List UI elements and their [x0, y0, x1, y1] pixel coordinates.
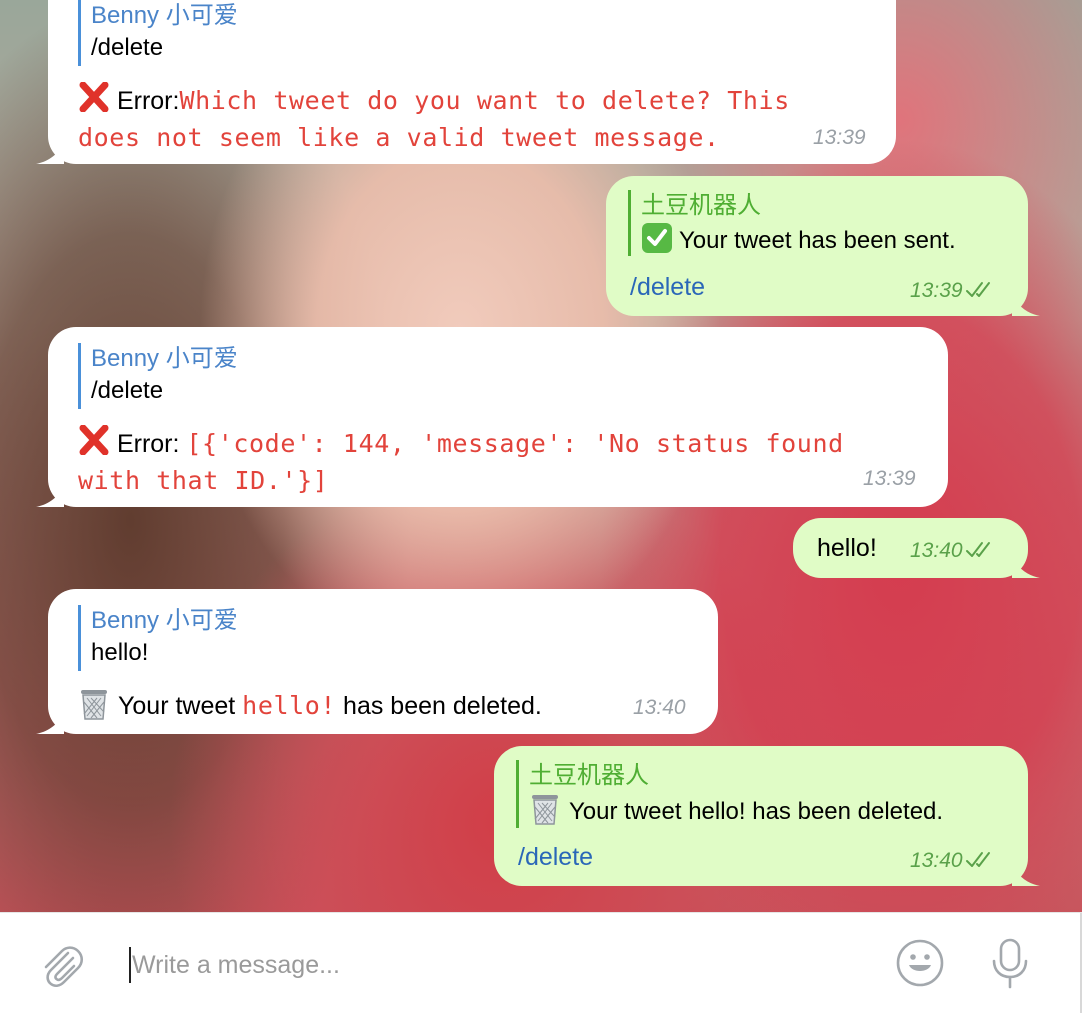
check-mark-icon — [641, 222, 673, 254]
chat-history[interactable]: Benny 小可爱 /delete Error:Which tweet do y… — [0, 0, 1082, 912]
message-bubble-outgoing[interactable]: hello! 13:40 — [793, 518, 1040, 578]
message-time: 13:40 — [910, 539, 995, 566]
reply-quote[interactable]: 土豆机器人 Your tweet hello! has been deleted… — [516, 760, 943, 828]
error-line-1: Which tweet do you want to delete? This — [179, 86, 790, 115]
reply-text: Your tweet hello! has been deleted. — [529, 792, 943, 828]
command-link[interactable]: /delete — [630, 270, 705, 304]
message-bubble-incoming[interactable]: Benny 小可爱 hello! Your tweet hello! has b… — [36, 589, 718, 734]
message-time: 13:39 — [910, 279, 995, 306]
message-text: hello! — [817, 534, 877, 562]
message-text: Your tweet hello! has been deleted. — [78, 687, 542, 723]
reply-text: Your tweet has been sent. — [641, 222, 956, 257]
double-check-icon — [965, 850, 995, 876]
message-bubble-outgoing[interactable]: 土豆机器人 Your tweet hello! has been deleted… — [494, 746, 1040, 886]
message-time: 13:40 — [633, 696, 686, 719]
message-text: Error:Which tweet do you want to delete?… — [78, 81, 878, 155]
bubble-tail — [1012, 556, 1040, 578]
reply-author: 土豆机器人 — [529, 762, 649, 789]
error-line-1: [{'code': 144, 'message': 'No status fou… — [186, 429, 844, 458]
deleted-text-after: has been deleted. — [343, 692, 542, 720]
reply-author: Benny 小可爱 — [91, 2, 238, 29]
double-check-icon — [965, 540, 995, 566]
cross-mark-icon — [78, 81, 110, 121]
command-link[interactable]: /delete — [518, 840, 593, 874]
deleted-text-before: Your tweet — [118, 692, 236, 720]
reply-quote[interactable]: Benny 小可爱 hello! — [78, 605, 238, 671]
double-check-icon — [965, 280, 995, 306]
message-time: 13:39 — [863, 467, 916, 490]
message-bubble-outgoing[interactable]: 土豆机器人 Your tweet has been sent. /delete … — [606, 176, 1040, 316]
bubble-tail — [36, 712, 64, 734]
wastebasket-icon — [529, 792, 561, 826]
reply-quote[interactable]: 土豆机器人 Your tweet has been sent. — [628, 190, 956, 256]
bubble-tail — [36, 485, 64, 507]
reply-author: Benny 小可爱 — [91, 607, 238, 634]
wastebasket-icon — [78, 687, 110, 721]
reply-text: /delete — [91, 377, 164, 404]
reply-author: Benny 小可爱 — [91, 345, 238, 372]
microphone-icon[interactable] — [990, 937, 1030, 991]
error-prefix: Error: — [116, 87, 180, 115]
cross-mark-icon — [78, 424, 110, 464]
reply-text: /delete — [91, 34, 164, 61]
bubble-tail — [36, 142, 64, 164]
error-line-2: with that ID.'}] — [78, 466, 329, 495]
message-composer — [0, 912, 1082, 1013]
error-line-2: does not seem like a valid tweet message… — [78, 123, 720, 152]
message-text: Error: [{'code': 144, 'message': 'No sta… — [78, 424, 938, 498]
message-bubble-incoming[interactable]: Benny 小可爱 /delete Error: [{'code': 144, … — [36, 327, 948, 507]
message-input[interactable] — [128, 947, 832, 983]
deleted-tweet-text: hello! — [242, 691, 337, 720]
smiley-icon[interactable] — [895, 938, 945, 988]
reply-quote[interactable]: Benny 小可爱 /delete — [78, 343, 238, 409]
error-prefix: Error: — [116, 430, 180, 458]
bubble-tail — [1012, 864, 1040, 886]
paperclip-icon[interactable] — [38, 941, 84, 991]
message-bubble-incoming[interactable]: Benny 小可爱 /delete Error:Which tweet do y… — [36, 0, 896, 164]
reply-author: 土豆机器人 — [641, 192, 761, 219]
message-time: 13:39 — [813, 126, 866, 149]
message-time: 13:40 — [910, 849, 995, 876]
bubble-tail — [1012, 294, 1040, 316]
reply-quote[interactable]: Benny 小可爱 /delete — [78, 0, 238, 66]
reply-text: hello! — [91, 639, 149, 666]
